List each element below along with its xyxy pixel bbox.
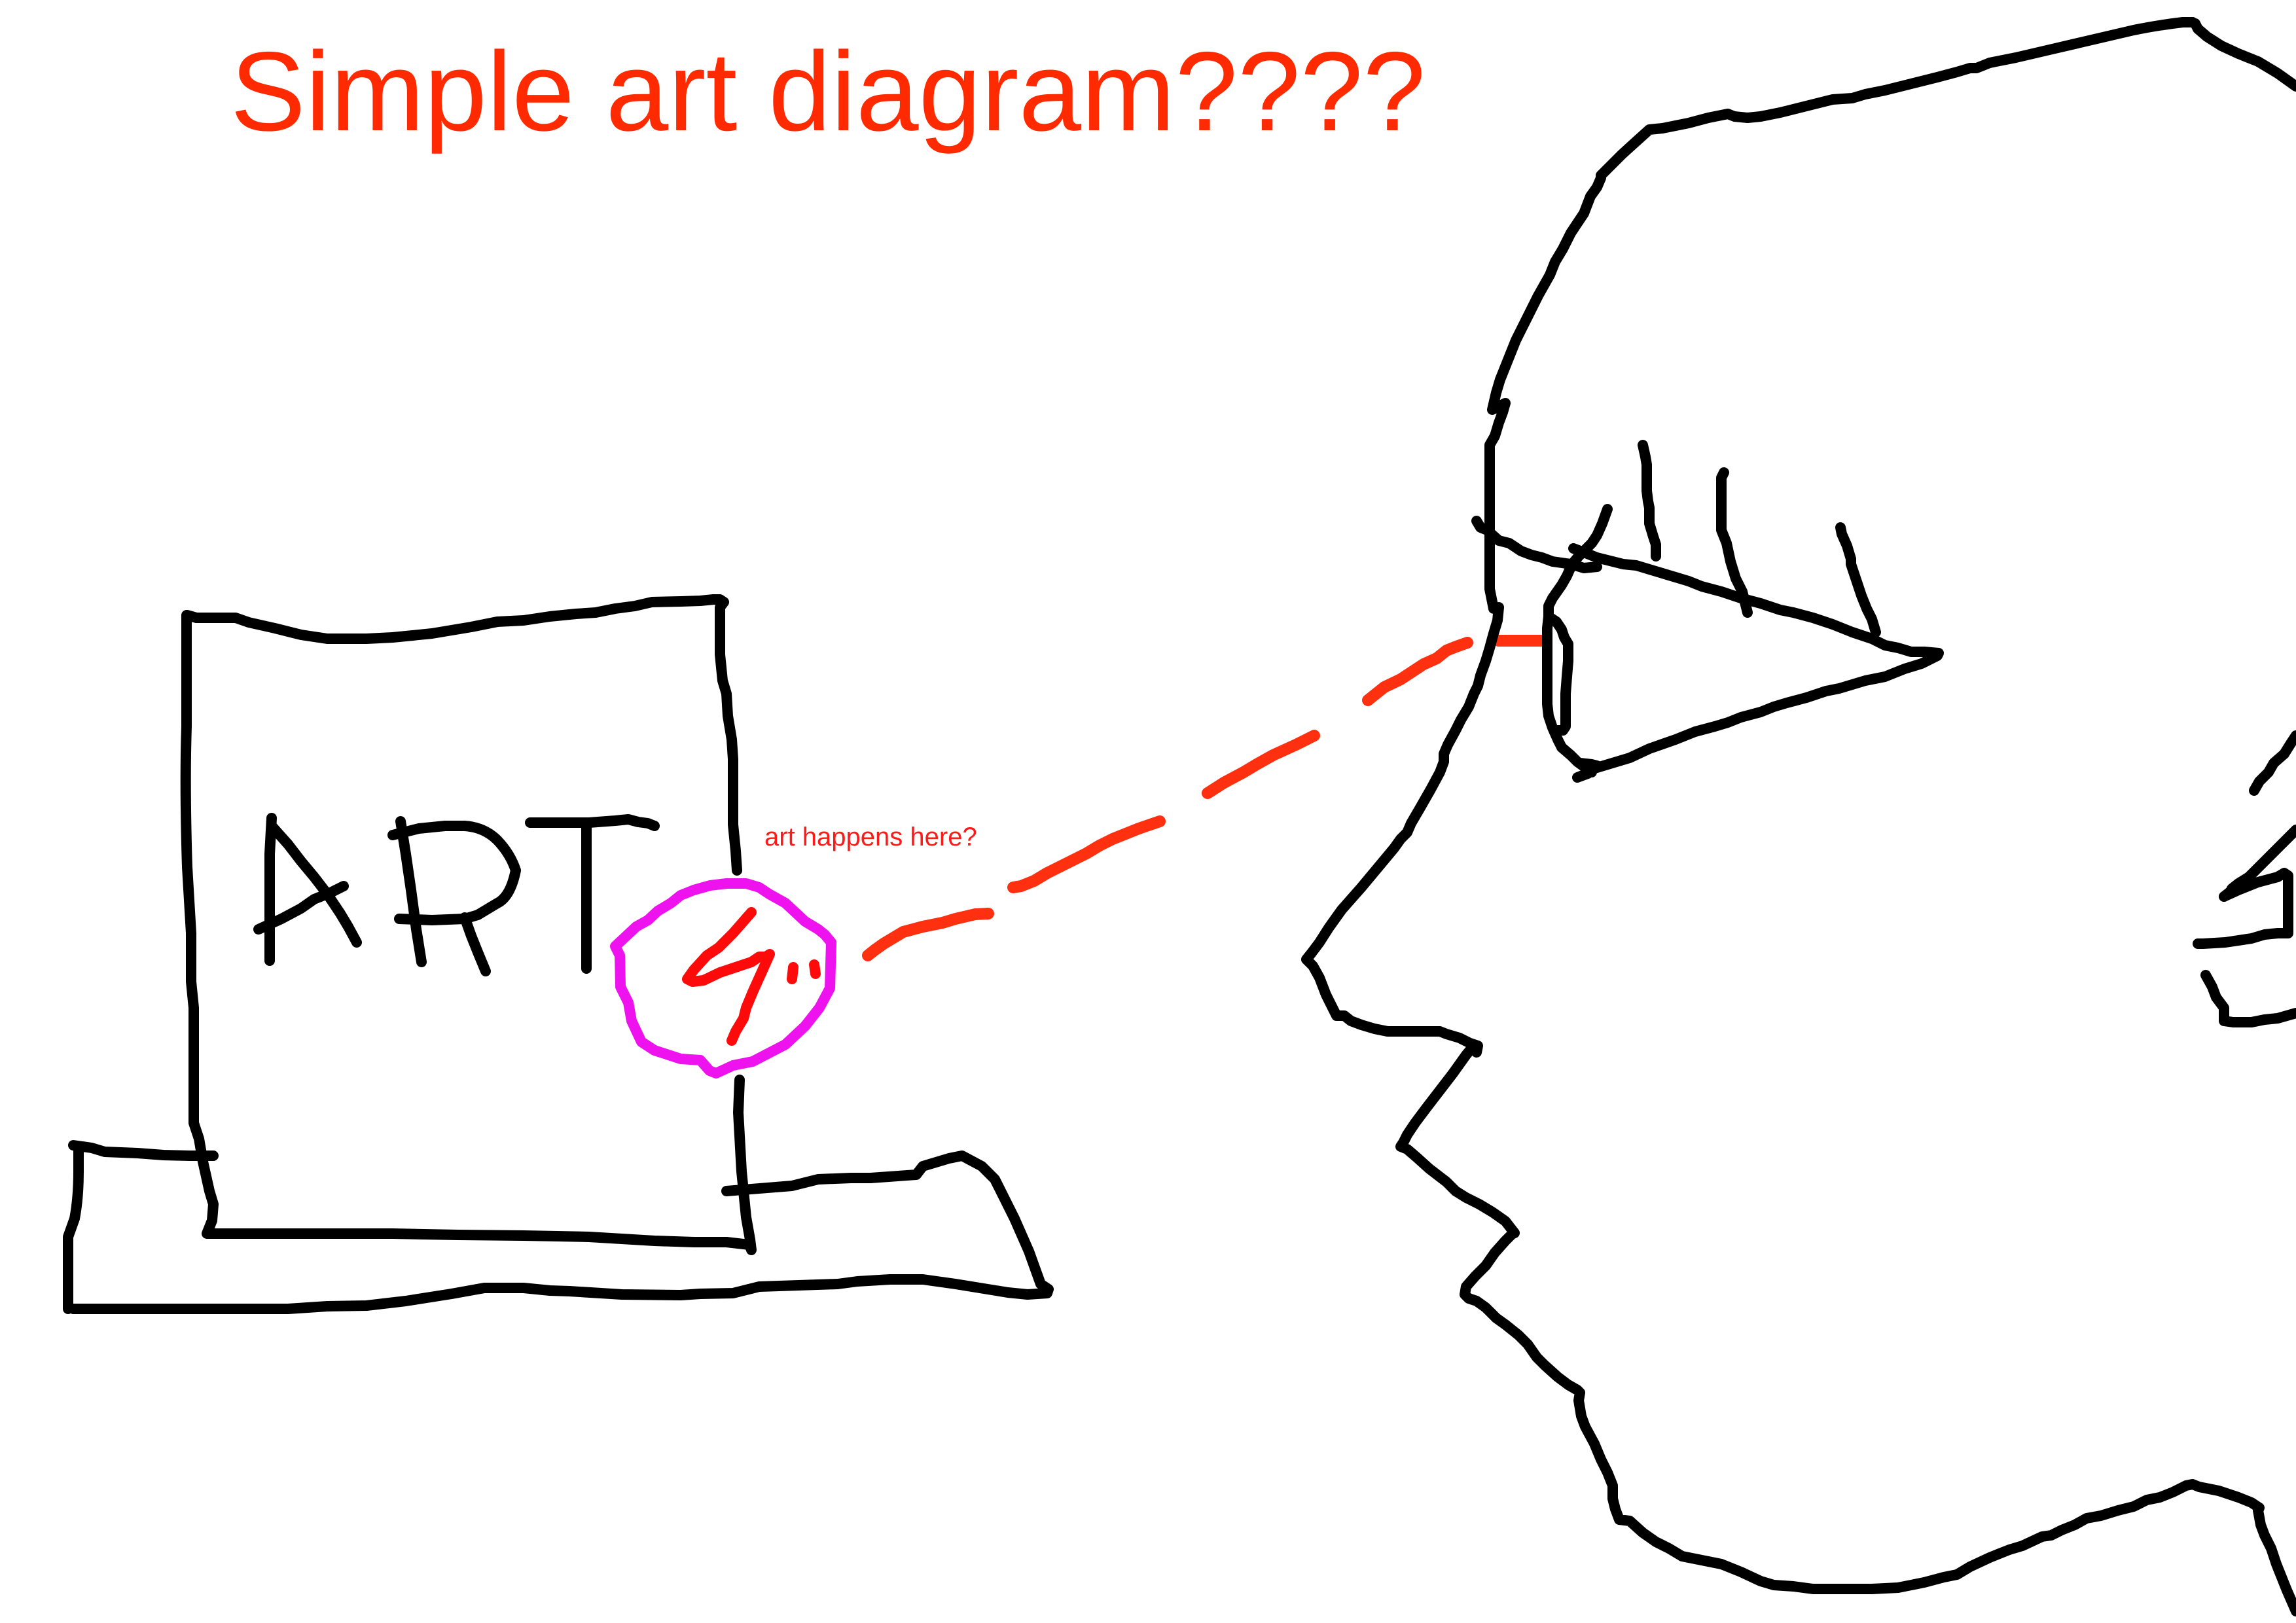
diagram-title: Simple art diagram???? [230, 29, 1426, 154]
drawing-canvas [63, 17, 2296, 1616]
annotation-label: art happens here? [764, 823, 977, 851]
eye [1471, 440, 1944, 783]
red-scribble-mark [682, 907, 821, 1046]
head-profile [1301, 17, 2296, 1616]
easel-stand [63, 1140, 1054, 1314]
gaze-dashed-line [862, 635, 1547, 961]
art-word-strokes [253, 813, 660, 976]
highlight-circle [610, 878, 836, 1079]
ear-fragment [2193, 730, 2296, 1027]
